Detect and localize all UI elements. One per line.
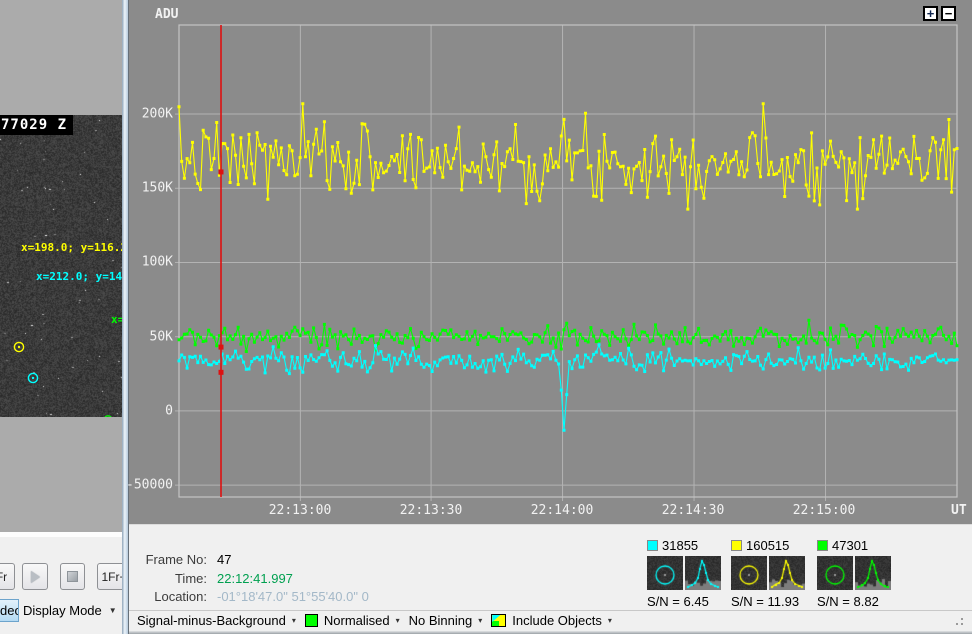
frame-no-label: Frame No: bbox=[139, 552, 207, 567]
object-color-swatch bbox=[731, 540, 742, 551]
y-tick-label: 0 bbox=[165, 404, 173, 419]
stop-button[interactable] bbox=[60, 563, 85, 590]
sn-value: 8.82 bbox=[854, 594, 879, 609]
object-designation-label: 77029 Z bbox=[0, 115, 73, 135]
x-tick-label: 22:14:30 bbox=[662, 503, 725, 518]
y-tick-label: 100K bbox=[142, 255, 173, 270]
time-value: 22:12:41.997 bbox=[217, 571, 293, 586]
chart-plot[interactable] bbox=[129, 0, 972, 524]
x-tick-label: 22:13:30 bbox=[400, 503, 463, 518]
x-tick-label: 22:13:00 bbox=[269, 503, 332, 518]
play-icon bbox=[31, 571, 40, 583]
object-id-label: 47301 bbox=[832, 538, 868, 553]
y-tick-label: 150K bbox=[142, 181, 173, 196]
sn-label: S/N = bbox=[647, 594, 680, 609]
panel-spacer bbox=[0, 417, 122, 532]
object-psf-thumb[interactable] bbox=[685, 556, 721, 590]
sn-label: S/N = bbox=[731, 594, 764, 609]
playback-controls-panel: Fr 1Fr+ deo Display Mode ▼ bbox=[0, 537, 122, 634]
signal-mode-dropdown[interactable]: Signal-minus-Background ▾ bbox=[137, 613, 296, 628]
y-tick-label: 200K bbox=[142, 107, 173, 122]
window-bottom-edge bbox=[129, 630, 972, 634]
lightcurve-panel: ADU UT 200K 150K 100K 50K 0 -50000 22:13… bbox=[128, 0, 972, 634]
display-mode-label: Display Mode bbox=[23, 603, 102, 618]
y-tick-label: 50K bbox=[150, 330, 173, 345]
display-mode-dropdown[interactable]: Display Mode ▼ bbox=[23, 599, 122, 622]
chevron-down-icon: ▾ bbox=[478, 617, 482, 625]
star-field-noise bbox=[0, 115, 122, 417]
frame-no-value: 47 bbox=[217, 552, 231, 567]
lightcurve-chart[interactable]: ADU UT 200K 150K 100K 50K 0 -50000 22:13… bbox=[129, 0, 972, 524]
object-psf-thumb[interactable] bbox=[855, 556, 891, 590]
object-id-label: 31855 bbox=[662, 538, 698, 553]
x-tick-label: 22:15:00 bbox=[793, 503, 856, 518]
zoom-in-button[interactable]: + bbox=[923, 6, 938, 21]
legend-group-1: 160515 S/N = 11.93 bbox=[731, 539, 809, 605]
target-marker-icon bbox=[27, 372, 39, 384]
object-image-thumb[interactable] bbox=[731, 556, 767, 590]
chevron-down-icon: ▾ bbox=[292, 617, 296, 625]
app-window: 77029 Z x=198.0; y=116.2 x=212.0; y=145 … bbox=[0, 0, 972, 634]
binning-label: No Binning bbox=[409, 613, 473, 628]
object-color-swatch bbox=[817, 540, 828, 551]
chevron-down-icon: ▼ bbox=[109, 607, 117, 615]
star-coords-annotation: x=212.0; y=145 bbox=[36, 270, 122, 283]
object-image-thumb[interactable] bbox=[817, 556, 853, 590]
time-label: Time: bbox=[139, 571, 207, 586]
x-tick-label: 22:14:00 bbox=[531, 503, 594, 518]
object-id-label: 160515 bbox=[746, 538, 789, 553]
star-coords-annotation: x=198.0; y=116.2 bbox=[21, 241, 122, 254]
frame-forward-button[interactable]: 1Fr+ bbox=[97, 563, 122, 590]
location-label: Location: bbox=[139, 589, 207, 604]
stop-icon bbox=[67, 571, 78, 582]
y-tick-label: -50000 bbox=[126, 478, 173, 493]
object-image-thumb[interactable] bbox=[647, 556, 683, 590]
chart-options-toolbar: Signal-minus-Background ▾ Normalised ▾ N… bbox=[129, 610, 972, 630]
x-axis-title: UT bbox=[951, 503, 967, 518]
include-objects-icon bbox=[491, 614, 506, 627]
star-coords-annotation: x= bbox=[111, 313, 122, 326]
include-objects-dropdown[interactable]: Include Objects ▾ bbox=[491, 613, 612, 628]
include-objects-label: Include Objects bbox=[512, 613, 602, 628]
resize-grip[interactable] bbox=[953, 615, 965, 627]
chevron-down-icon: ▾ bbox=[608, 617, 612, 625]
play-button[interactable] bbox=[22, 563, 48, 590]
normalised-label: Normalised bbox=[324, 613, 390, 628]
normalised-color-swatch bbox=[305, 614, 318, 627]
sn-value: 11.93 bbox=[768, 594, 800, 609]
location-value: -01°18'47.0" 51°55'40.0" 0 bbox=[217, 589, 369, 604]
y-axis-title: ADU bbox=[155, 7, 178, 22]
zoom-out-button[interactable]: − bbox=[941, 6, 956, 21]
normalised-dropdown[interactable]: Normalised ▾ bbox=[305, 613, 400, 628]
sn-value: 6.45 bbox=[684, 594, 709, 609]
video-frame-panel: 77029 Z x=198.0; y=116.2 x=212.0; y=145 … bbox=[0, 0, 122, 634]
star-field-image[interactable]: 77029 Z x=198.0; y=116.2 x=212.0; y=145 … bbox=[0, 115, 122, 417]
target-marker-icon bbox=[13, 341, 25, 353]
frame-back-button[interactable]: Fr bbox=[0, 563, 15, 590]
measurement-info-panel: Frame No: 47 Time: 22:12:41.997 Location… bbox=[129, 524, 972, 610]
video-tab[interactable]: deo bbox=[0, 599, 19, 622]
chevron-down-icon: ▾ bbox=[396, 617, 400, 625]
object-psf-thumb[interactable] bbox=[769, 556, 805, 590]
sn-label: S/N = bbox=[817, 594, 850, 609]
signal-mode-label: Signal-minus-Background bbox=[137, 613, 286, 628]
legend-group-2: 47301 S/N = 8.82 bbox=[817, 539, 895, 605]
binning-dropdown[interactable]: No Binning ▾ bbox=[409, 613, 483, 628]
object-color-swatch bbox=[647, 540, 658, 551]
legend-group-0: 31855 S/N = 6.45 bbox=[647, 539, 725, 605]
